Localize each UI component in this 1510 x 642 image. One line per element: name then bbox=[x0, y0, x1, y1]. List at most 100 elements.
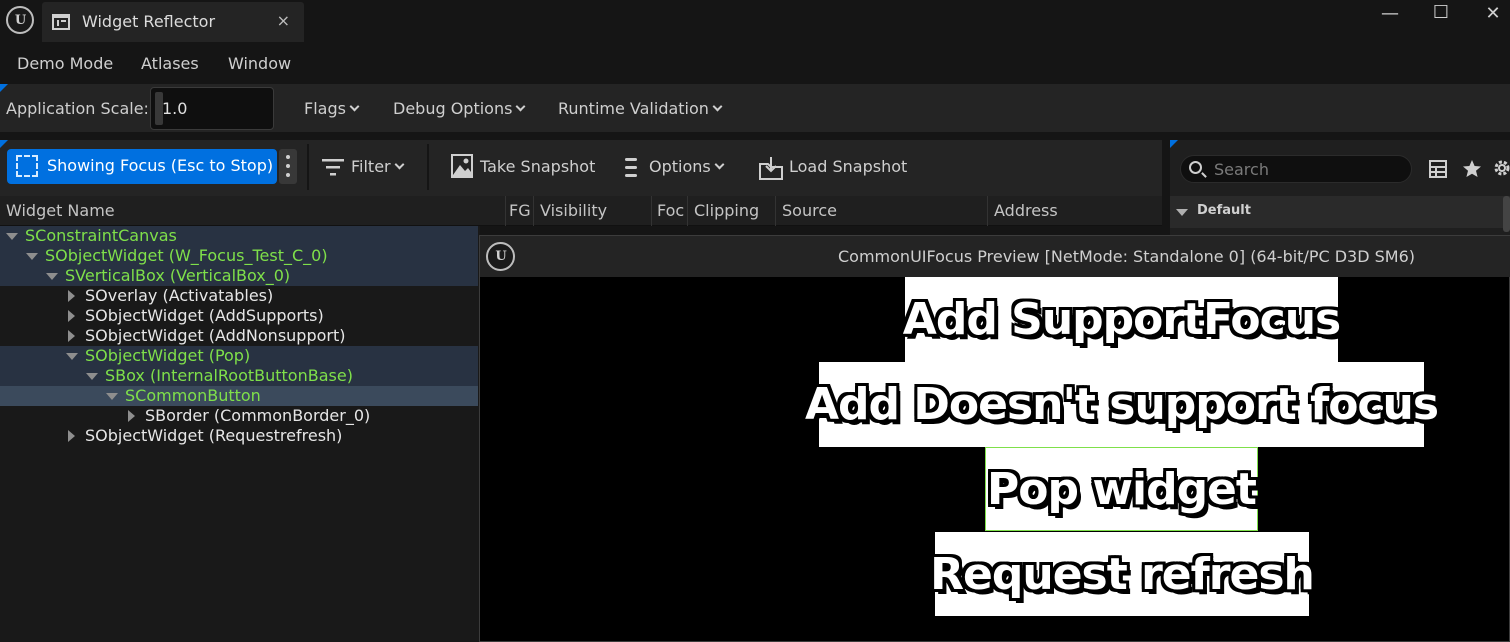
title-bar: U Widget Reflector × — ☐ ✕ bbox=[0, 0, 1510, 42]
request-refresh-label: Request refresh bbox=[930, 548, 1315, 600]
chevron-down-icon bbox=[515, 101, 526, 112]
preview-window: U CommonUIFocus Preview [NetMode: Standa… bbox=[479, 235, 1510, 642]
tree-row[interactable]: SConstraintCanvas bbox=[0, 226, 478, 246]
details-search-input[interactable]: Search bbox=[1180, 155, 1412, 183]
unreal-logo-icon: U bbox=[6, 6, 34, 34]
expand-arrow-icon[interactable] bbox=[68, 430, 75, 442]
collapse-arrow-icon[interactable] bbox=[1176, 209, 1188, 216]
widget-tree: SConstraintCanvas SObjectWidget (W_Focus… bbox=[0, 226, 480, 642]
toolbar-divider bbox=[427, 144, 429, 190]
filter-label: Filter bbox=[351, 157, 391, 176]
collapse-arrow-icon[interactable] bbox=[86, 373, 98, 380]
preview-title-bar: U CommonUIFocus Preview [NetMode: Standa… bbox=[480, 236, 1510, 277]
column-focusable[interactable]: Foc bbox=[651, 196, 687, 226]
column-fg[interactable]: FG bbox=[505, 196, 533, 226]
chevron-down-icon bbox=[714, 159, 725, 170]
search-icon bbox=[1189, 161, 1202, 174]
menu-bar: Demo Mode Atlases Window bbox=[0, 42, 1510, 84]
tree-row[interactable]: SBox (InternalRootButtonBase) bbox=[0, 366, 478, 386]
tree-row[interactable]: SObjectWidget (Pop) bbox=[0, 346, 478, 366]
pop-widget-button[interactable]: Pop widget bbox=[985, 447, 1258, 531]
tree-row[interactable]: SObjectWidget (AddSupports) bbox=[0, 306, 478, 326]
take-snapshot-button[interactable]: Take Snapshot bbox=[480, 157, 595, 176]
tab-title: Widget Reflector bbox=[82, 12, 216, 31]
showing-focus-button[interactable]: Showing Focus (Esc to Stop) bbox=[7, 149, 277, 184]
search-placeholder: Search bbox=[1214, 160, 1269, 179]
application-scale-value: 1.0 bbox=[162, 99, 188, 118]
take-snapshot-icon[interactable] bbox=[451, 154, 473, 178]
application-scale-label: Application Scale: bbox=[6, 99, 149, 118]
details-scrollbar[interactable] bbox=[1503, 196, 1510, 232]
debug-options-dropdown[interactable]: Debug Options bbox=[393, 99, 526, 118]
tree-row[interactable]: SObjectWidget (AddNonsupport) bbox=[0, 326, 478, 346]
chevron-down-icon bbox=[394, 159, 405, 170]
tree-row-selected[interactable]: SCommonButton bbox=[0, 386, 478, 406]
add-doesnt-support-focus-label: Add Doesn't support focus bbox=[804, 379, 1439, 430]
gear-icon[interactable] bbox=[1492, 158, 1510, 178]
tree-row[interactable]: SVerticalBox (VerticalBox_0) bbox=[0, 266, 478, 286]
load-snapshot-button[interactable]: Load Snapshot bbox=[789, 157, 907, 176]
collapse-arrow-icon[interactable] bbox=[26, 253, 38, 260]
star-icon[interactable] bbox=[1462, 159, 1482, 178]
add-support-focus-button[interactable]: Add SupportFocus bbox=[902, 277, 1341, 362]
focus-picker-icon bbox=[16, 155, 38, 177]
category-default[interactable]: Default bbox=[1170, 196, 1510, 228]
collapse-arrow-icon[interactable] bbox=[6, 233, 18, 240]
focus-options-menu-button[interactable] bbox=[279, 149, 297, 184]
request-refresh-button[interactable]: Request refresh bbox=[930, 532, 1315, 616]
panel-corner-marker bbox=[0, 140, 8, 148]
minimize-button[interactable]: — bbox=[1375, 3, 1405, 24]
runtime-validation-dropdown[interactable]: Runtime Validation bbox=[558, 99, 723, 118]
column-widget-name[interactable]: Widget Name bbox=[0, 196, 505, 226]
filter-dropdown[interactable]: Filter bbox=[351, 157, 405, 176]
menu-atlases[interactable]: Atlases bbox=[141, 54, 199, 73]
expand-arrow-icon[interactable] bbox=[128, 410, 135, 422]
chevron-down-icon bbox=[349, 101, 360, 112]
showing-focus-label: Showing Focus (Esc to Stop) bbox=[47, 156, 274, 175]
tab-close-icon[interactable]: × bbox=[277, 11, 290, 30]
collapse-arrow-icon[interactable] bbox=[66, 353, 78, 360]
preview-title: CommonUIFocus Preview [NetMode: Standalo… bbox=[838, 247, 1416, 266]
pop-widget-label: Pop widget bbox=[987, 463, 1257, 515]
toolbar-divider bbox=[307, 144, 309, 190]
unreal-logo-icon: U bbox=[486, 242, 515, 271]
column-source[interactable]: Source bbox=[775, 196, 987, 226]
panel-corner-marker bbox=[1170, 140, 1178, 148]
tab-widget-reflector[interactable]: Widget Reflector × bbox=[42, 2, 304, 42]
collapse-arrow-icon[interactable] bbox=[106, 393, 118, 400]
category-default-label: Default bbox=[1197, 203, 1251, 218]
expand-arrow-icon[interactable] bbox=[68, 310, 75, 322]
debug-options-label: Debug Options bbox=[393, 99, 513, 118]
tree-row[interactable]: SBorder (CommonBorder_0) bbox=[0, 406, 478, 426]
chevron-down-icon bbox=[712, 101, 723, 112]
column-address[interactable]: Address bbox=[987, 196, 1162, 226]
collapse-arrow-icon[interactable] bbox=[46, 273, 58, 280]
application-scale-bar: Application Scale: 1.0 Flags Debug Optio… bbox=[0, 84, 1510, 132]
add-doesnt-support-focus-button[interactable]: Add Doesn't support focus bbox=[805, 362, 1439, 447]
tree-row[interactable]: SObjectWidget (W_Focus_Test_C_0) bbox=[0, 246, 478, 266]
add-support-focus-label: Add SupportFocus bbox=[902, 294, 1341, 345]
widget-tree-header: Widget Name FG Visibility Foc Clipping S… bbox=[0, 196, 1162, 226]
filter-icon[interactable] bbox=[322, 157, 344, 177]
application-scale-input[interactable]: 1.0 bbox=[150, 87, 274, 130]
runtime-validation-label: Runtime Validation bbox=[558, 99, 709, 118]
options-dropdown[interactable]: Options bbox=[649, 157, 725, 176]
flags-label: Flags bbox=[304, 99, 346, 118]
options-label: Options bbox=[649, 157, 711, 176]
reflector-toolbar: Showing Focus (Esc to Stop) Filter Take … bbox=[0, 140, 1162, 196]
options-icon[interactable] bbox=[624, 157, 638, 179]
maximize-button[interactable]: ☐ bbox=[1426, 2, 1456, 23]
menu-window[interactable]: Window bbox=[228, 54, 291, 73]
close-window-button[interactable]: ✕ bbox=[1478, 3, 1508, 24]
expand-arrow-icon[interactable] bbox=[68, 330, 75, 342]
column-visibility[interactable]: Visibility bbox=[533, 196, 651, 226]
expand-arrow-icon[interactable] bbox=[68, 290, 75, 302]
table-view-icon[interactable] bbox=[1429, 160, 1447, 178]
tree-row[interactable]: SOverlay (Activatables) bbox=[0, 286, 478, 306]
panel-corner-marker bbox=[0, 84, 8, 92]
column-clipping[interactable]: Clipping bbox=[687, 196, 775, 226]
menu-demo-mode[interactable]: Demo Mode bbox=[17, 54, 113, 73]
load-snapshot-icon[interactable] bbox=[758, 155, 784, 181]
flags-dropdown[interactable]: Flags bbox=[304, 99, 360, 118]
tree-row[interactable]: SObjectWidget (Requestrefresh) bbox=[0, 426, 478, 446]
